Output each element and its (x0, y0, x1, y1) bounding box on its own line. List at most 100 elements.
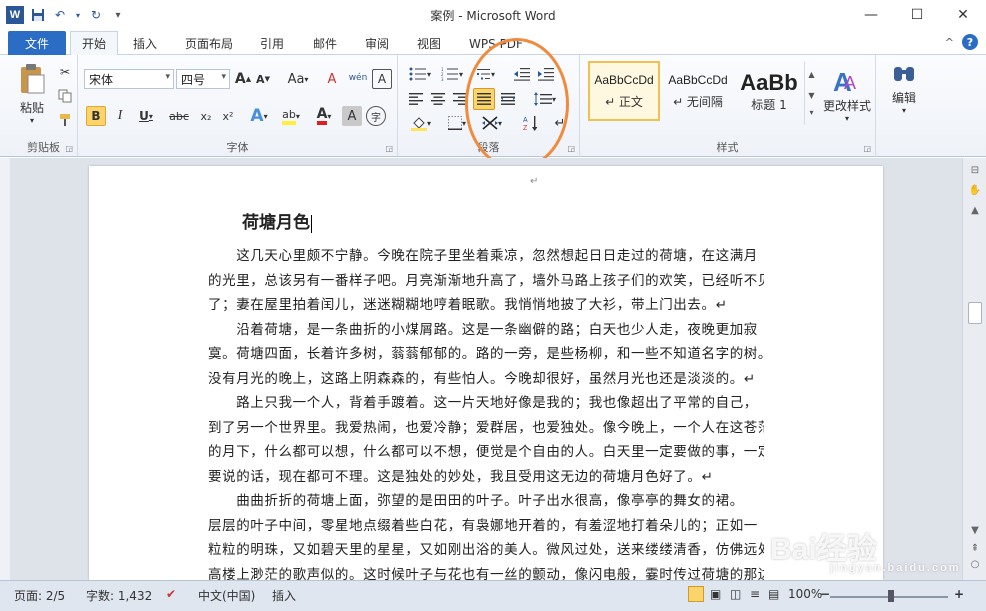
character-shading-button[interactable]: A (342, 106, 362, 126)
distributed-icon[interactable] (498, 89, 518, 109)
font-launcher-icon[interactable]: ◲ (385, 144, 393, 153)
format-painter-icon[interactable] (56, 111, 74, 129)
browse-object-icon[interactable]: ○ (967, 556, 983, 572)
font-color-button[interactable]: A ▾ (310, 106, 338, 126)
underline-button[interactable]: U ▾ (134, 106, 158, 126)
previous-page-icon[interactable]: ⇞ (967, 540, 983, 556)
tab-references[interactable]: 引用 (252, 32, 292, 55)
customize-qat-icon[interactable]: ▾ (110, 7, 126, 23)
shrink-font-button[interactable]: A ▼ (254, 70, 272, 88)
zoom-level[interactable]: 100% (788, 587, 822, 601)
style-heading-1[interactable]: AaBb 标题 1 (736, 61, 802, 121)
bullets-button[interactable]: ▾ (406, 65, 434, 83)
tab-view[interactable]: 视图 (408, 32, 450, 55)
highlight-button[interactable]: ab ▾ (276, 106, 306, 126)
print-layout-view-icon[interactable] (688, 586, 704, 602)
scroll-thumb[interactable] (968, 302, 982, 324)
paste-button[interactable]: 粘贴 ▾ (14, 61, 50, 127)
multilevel-list-button[interactable]: ▾ (470, 65, 498, 83)
undo-dropdown-icon[interactable]: ▾ (74, 7, 82, 23)
styles-launcher-icon[interactable]: ◲ (863, 144, 871, 153)
character-border-button[interactable]: A (372, 69, 392, 89)
outline-view-icon[interactable]: ≡ (750, 587, 760, 601)
styles-scroll-up-icon[interactable]: ▲ (808, 70, 814, 79)
left-margin-bar (0, 158, 10, 580)
full-screen-view-icon[interactable]: ▣ (710, 587, 721, 601)
styles-scroll-down-icon[interactable]: ▼ (808, 91, 814, 100)
minimize-button[interactable]: — (848, 0, 894, 30)
redo-icon[interactable]: ↻ (88, 7, 104, 23)
italic-button[interactable]: I (110, 106, 130, 126)
pan-hand-icon[interactable]: ✋ (967, 182, 983, 198)
web-layout-view-icon[interactable]: ◫ (730, 587, 741, 601)
sort-icon[interactable]: AZ (520, 113, 542, 133)
cut-icon[interactable]: ✂ (56, 63, 74, 81)
word-logo-icon[interactable]: W (6, 6, 24, 24)
chinese-layout-button[interactable]: ▾ (478, 113, 506, 133)
style-no-spacing[interactable]: AaBbCcDd ↵ 无间隔 (662, 61, 734, 121)
save-icon[interactable] (30, 7, 46, 23)
insert-mode[interactable]: 插入 (272, 587, 296, 604)
show-formatting-marks-icon[interactable]: ↵ (550, 113, 570, 133)
undo-icon[interactable]: ↶ (52, 7, 68, 23)
zoom-slider-thumb[interactable] (888, 590, 894, 602)
tab-file[interactable]: 文件 (8, 31, 66, 55)
tab-page-layout[interactable]: 页面布局 (176, 32, 242, 55)
ruler-toggle-icon[interactable]: ⊟ (967, 162, 983, 178)
word-count[interactable]: 字数: 1,432 (86, 587, 152, 604)
styles-more-icon[interactable]: ▾ (809, 108, 813, 117)
font-size-combo[interactable]: 四号 ▾ (176, 69, 230, 89)
editing-button[interactable]: 编辑 ▾ (882, 61, 926, 117)
proofing-icon[interactable]: ✔ (166, 587, 176, 601)
change-case-button[interactable]: Aa ▾ (284, 70, 312, 88)
strikethrough-button[interactable]: abc (166, 106, 192, 126)
tab-home[interactable]: 开始 (70, 31, 118, 55)
tab-review[interactable]: 审阅 (356, 32, 398, 55)
styles-scroll[interactable]: ▲ ▼ ▾ (804, 61, 818, 125)
draft-view-icon[interactable]: ▤ (768, 587, 779, 601)
phonetic-guide-button[interactable]: wén (346, 68, 370, 88)
align-right-icon[interactable] (450, 89, 470, 109)
tab-insert[interactable]: 插入 (124, 32, 166, 55)
style-normal[interactable]: AaBbCcDd ↵ 正文 (588, 61, 660, 121)
justify-icon[interactable] (473, 88, 495, 110)
document-title[interactable]: 荷塘月色 (242, 208, 312, 233)
bold-button[interactable]: B (86, 106, 106, 126)
align-left-icon[interactable] (406, 89, 426, 109)
align-center-icon[interactable] (428, 89, 448, 109)
clipboard-launcher-icon[interactable]: ◲ (65, 144, 73, 153)
font-name-combo[interactable]: 宋体 ▾ (84, 69, 174, 89)
zoom-out-button[interactable]: − (820, 587, 830, 601)
vertical-scrollbar[interactable]: ⊟ ✋ ▲ ▼ ⇞ ○ (962, 158, 986, 580)
change-styles-button[interactable]: AA 更改样式 ▾ (820, 61, 874, 127)
tab-mailings[interactable]: 邮件 (304, 32, 346, 55)
scroll-up-icon[interactable]: ▲ (967, 202, 983, 218)
quick-access-toolbar: W ↶ ▾ ↻ ▾ (0, 0, 126, 30)
shading-button[interactable]: ▾ (406, 113, 436, 133)
enclose-characters-button[interactable]: 字 (366, 106, 386, 126)
decrease-indent-icon[interactable] (512, 65, 532, 83)
document-body[interactable]: 这几天心里颇不宁静。今晚在院子里坐着乘凉，忽然想起日日走过的荷塘，在这满月 的光… (208, 246, 764, 589)
line-spacing-button[interactable]: ▾ (530, 89, 560, 109)
increase-indent-icon[interactable] (536, 65, 556, 83)
subscript-button[interactable]: x₂ (196, 106, 216, 126)
close-button[interactable]: ✕ (940, 0, 986, 30)
page-count[interactable]: 页面: 2/5 (14, 587, 65, 604)
borders-button[interactable]: ▾ (442, 113, 472, 133)
grow-font-button[interactable]: A ▲ (234, 70, 252, 88)
paragraph-launcher-icon[interactable]: ◲ (567, 144, 575, 153)
clear-formatting-button[interactable]: A (322, 70, 342, 88)
collapse-ribbon-icon[interactable]: ^ (945, 36, 954, 49)
zoom-in-button[interactable]: + (954, 587, 964, 601)
text-effects-button[interactable]: A ▾ (246, 105, 272, 127)
copy-icon[interactable] (56, 87, 74, 105)
maximize-button[interactable]: ☐ (894, 0, 940, 30)
status-bar: 页面: 2/5 字数: 1,432 ✔ 中文(中国) 插入 ▣ ◫ ≡ ▤ 10… (0, 580, 986, 611)
help-icon[interactable]: ? (962, 34, 978, 50)
superscript-button[interactable]: x² (218, 106, 238, 126)
numbering-button[interactable]: 1 2 3 ▾ (438, 65, 466, 83)
scroll-down-icon[interactable]: ▼ (967, 522, 983, 538)
language-indicator[interactable]: 中文(中国) (198, 587, 255, 604)
tab-wps-pdf[interactable]: WPS PDF (462, 32, 530, 55)
text-line: 了；妻在屋里拍着闰儿，迷迷糊糊地哼着眠歌。我悄悄地披了大衫，带上门出去。↵ (208, 297, 728, 313)
